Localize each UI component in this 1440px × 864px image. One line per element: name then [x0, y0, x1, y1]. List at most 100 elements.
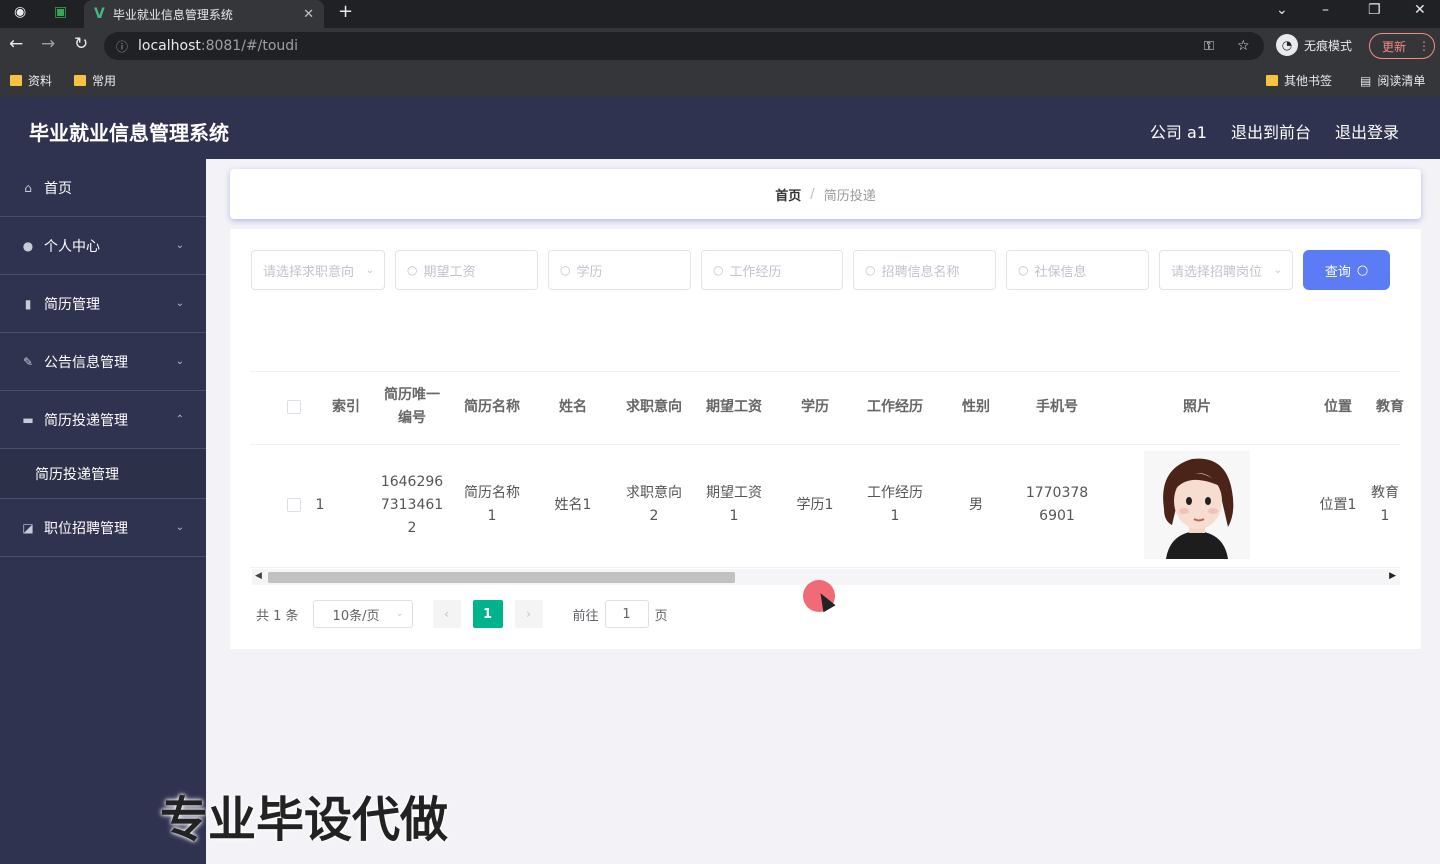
new-tab-icon[interactable]: + — [338, 1, 353, 22]
close-icon[interactable]: ✕ — [303, 7, 314, 22]
trend-icon: ◪ — [22, 520, 34, 535]
cell-index: 1 — [315, 496, 325, 513]
recruit-name-input[interactable]: ○ 招聘信息名称 — [853, 250, 996, 290]
app-header: 毕业就业信息管理系统 公司 a1 退出到前台 退出登录 — [0, 97, 1440, 159]
scrollbar-thumb[interactable] — [268, 572, 735, 583]
cell-gender: 男 — [969, 496, 983, 513]
app-icon[interactable]: ▣ — [54, 4, 67, 20]
search-icon: ○ — [407, 263, 418, 277]
header-resume-name[interactable]: 简历名称 — [452, 371, 532, 443]
header-edu[interactable]: 教育 — [1376, 371, 1404, 443]
select-all-checkbox[interactable] — [287, 400, 301, 414]
browser-tab[interactable]: V 毕业就业信息管理系统 ✕ — [84, 0, 324, 28]
page-suffix: 页 — [654, 608, 668, 624]
bell-icon: ✎ — [22, 354, 34, 369]
table-divider — [250, 567, 1400, 568]
experience-input[interactable]: ○ 工作经历 — [701, 250, 843, 290]
cell-salary: 期望工资1 — [706, 485, 762, 524]
minimize-icon[interactable]: – — [1322, 2, 1329, 18]
header-phone[interactable]: 手机号 — [1017, 371, 1097, 443]
incognito-indicator[interactable]: ◔ 无痕模式 — [1276, 34, 1352, 56]
address-bar: ← → ↻ ⓘ localhost:8081/#/toudi ⚿ ☆ — [0, 28, 1440, 64]
sidebar-item-delivery[interactable]: ▬ 简历投递管理 ⌃ — [0, 391, 206, 449]
update-button[interactable]: 更新 ⋮ — [1369, 33, 1435, 59]
header-links: 公司 a1 退出到前台 退出登录 — [1150, 119, 1399, 143]
search-icon: ○ — [560, 263, 571, 277]
sidebar-item-label: 简历管理 — [44, 296, 100, 313]
chevron-down-icon: ⌄ — [175, 240, 184, 251]
globe-icon[interactable]: ◉ — [14, 4, 26, 20]
prev-page-button[interactable]: ‹ — [432, 600, 461, 628]
tab-title: 毕业就业信息管理系统 — [112, 7, 233, 22]
submenu-item-delivery[interactable]: 简历投递管理 — [0, 449, 206, 499]
sidebar-item-label: 简历投递管理 — [44, 412, 128, 429]
forward-icon[interactable]: → — [41, 34, 55, 54]
reading-list-icon: ▤ — [1360, 73, 1372, 88]
header-job-intent[interactable]: 求职意向 — [614, 371, 694, 443]
url-path: :8081/#/toudi — [200, 38, 299, 54]
sidebar-item-recruit[interactable]: ◪ 职位招聘管理 ⌄ — [0, 499, 206, 557]
logout-link[interactable]: 退出登录 — [1335, 119, 1399, 143]
sidebar: ⌂ 首页 ● 个人中心 ⌄ ▮ 简历管理 ⌄ ✎ 公告信息管理 ⌄ ▬ 简历投递… — [0, 159, 206, 864]
header-resume-id[interactable]: 简历唯一编号 — [370, 371, 454, 443]
salary-input[interactable]: ○ 期望工资 — [395, 250, 538, 290]
window-close-icon[interactable]: ✕ — [1414, 2, 1426, 18]
header-gender[interactable]: 性别 — [936, 371, 1016, 443]
header-name[interactable]: 姓名 — [533, 371, 613, 443]
query-button[interactable]: 查询 ○ — [1303, 250, 1390, 290]
avatar-image[interactable] — [1144, 451, 1250, 559]
header-photo[interactable]: 照片 — [1097, 371, 1297, 443]
reload-icon[interactable]: ↻ — [74, 34, 88, 54]
sidebar-item-notice[interactable]: ✎ 公告信息管理 ⌄ — [0, 333, 206, 391]
search-icon: ○ — [713, 263, 724, 277]
header-location[interactable]: 位置 — [1298, 371, 1378, 443]
page-size-select[interactable]: 10条/页 ⌄ — [312, 600, 413, 628]
star-icon[interactable]: ☆ — [1237, 38, 1250, 54]
chart-icon: ▮ — [24, 296, 32, 311]
cell-job-intent: 求职意向2 — [626, 485, 682, 524]
select-all-cell — [274, 371, 314, 443]
search-icon: ○ — [1018, 263, 1029, 277]
sidebar-item-profile[interactable]: ● 个人中心 ⌄ — [0, 217, 206, 275]
job-intent-select[interactable]: 请选择求职意向 ⌄ — [251, 250, 385, 290]
url-field[interactable]: ⓘ localhost:8081/#/toudi ⚿ ☆ — [104, 32, 1264, 60]
reading-list[interactable]: ▤ 阅读清单 — [1360, 72, 1425, 89]
chevron-down-icon[interactable]: ⌄ — [1276, 2, 1288, 18]
cell-edu: 教育1 — [1371, 485, 1399, 524]
education-input[interactable]: ○ 学历 — [548, 250, 691, 290]
cell-resume-id: 16462967313461 2 — [380, 473, 444, 536]
back-icon[interactable]: ← — [9, 34, 23, 54]
page-size-value: 10条/页 — [332, 608, 380, 624]
page-number[interactable]: 1 — [472, 600, 503, 628]
social-input[interactable]: ○ 社保信息 — [1006, 250, 1149, 290]
next-page-button[interactable]: › — [514, 600, 543, 628]
scroll-left-icon[interactable]: ◀ — [255, 571, 262, 581]
key-icon[interactable]: ⚿ — [1204, 39, 1214, 54]
sidebar-item-label: 公告信息管理 — [44, 354, 128, 371]
search-icon: ○ — [1356, 262, 1369, 278]
sidebar-item-home[interactable]: ⌂ 首页 — [0, 159, 206, 217]
header-salary[interactable]: 期望工资 — [694, 371, 774, 443]
input-placeholder: 社保信息 — [1034, 264, 1087, 280]
bookmark-folder[interactable]: 常用 — [74, 72, 116, 89]
breadcrumb-home[interactable]: 首页 — [775, 185, 801, 204]
cell-education: 学历1 — [796, 496, 834, 513]
sidebar-item-resume[interactable]: ▮ 简历管理 ⌄ — [0, 275, 206, 333]
other-bookmarks[interactable]: 其他书签 — [1266, 72, 1332, 89]
exit-to-front-link[interactable]: 退出到前台 — [1231, 119, 1311, 143]
folder-icon — [1266, 75, 1278, 86]
incognito-icon: ◔ — [1276, 34, 1298, 56]
chevron-down-icon: ⌄ — [365, 264, 374, 276]
header-experience[interactable]: 工作经历 — [855, 371, 935, 443]
maximize-icon[interactable]: ❐ — [1368, 2, 1381, 18]
info-icon[interactable]: ⓘ — [116, 38, 128, 55]
scroll-right-icon[interactable]: ▶ — [1389, 571, 1396, 581]
url-host: localhost — [138, 38, 201, 54]
recruit-select[interactable]: 请选择招聘岗位 ⌄ — [1159, 250, 1293, 290]
goto-page-input[interactable]: 1 — [604, 600, 649, 628]
bookmark-folder[interactable]: 资料 — [10, 72, 52, 89]
header-education[interactable]: 学历 — [775, 371, 855, 443]
input-placeholder: 招聘信息名称 — [881, 264, 960, 280]
cell-phone: 17703786901 — [1025, 485, 1089, 524]
cell-experience: 工作经历1 — [867, 485, 923, 524]
